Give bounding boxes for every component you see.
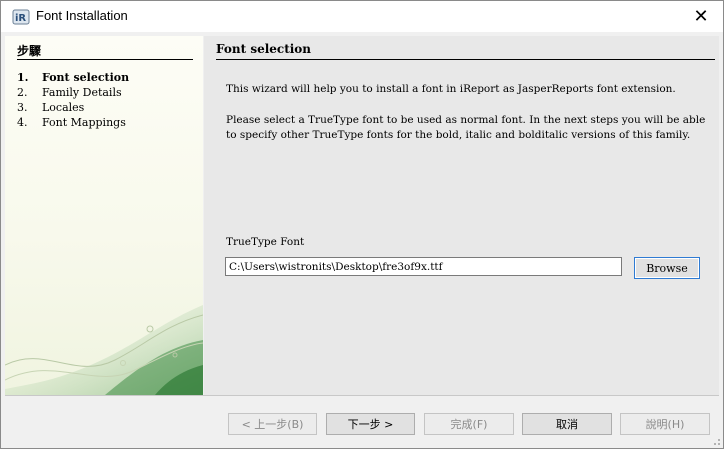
footer-divider [5,395,719,396]
step-item: 1. Font selection [17,70,129,85]
step-number: 2. [17,86,28,99]
finish-button[interactable]: 完成(F) [424,413,514,435]
step-label: Locales [42,101,85,114]
intro-text: This wizard will help you to install a f… [226,83,676,95]
step-number: 3. [17,101,28,114]
step-item: 4. Font Mappings [17,115,129,130]
window-title: Font Installation [36,8,128,23]
font-path-input[interactable] [225,257,622,276]
back-button[interactable]: < 上一步(B) [228,413,317,435]
step-label: Font selection [42,71,130,84]
step-number: 1. [17,71,29,84]
description-text: Please select a TrueType font to be used… [226,114,706,141]
steps-divider [17,59,193,60]
title-bar[interactable]: iR Font Installation ✕ [1,1,723,32]
step-number: 4. [17,116,28,129]
steps-panel: 步驟 1. Font selection 2. Family Details 3. L… [5,36,203,395]
step-item: 3. Locales [17,100,129,115]
close-button[interactable]: ✕ [679,1,723,32]
close-icon: ✕ [693,6,709,27]
content-panel: Font selection This wizard will help you… [204,36,719,395]
step-label: Font Mappings [42,116,126,129]
browse-button[interactable]: Browse [634,257,700,279]
step-item: 2. Family Details [17,85,129,100]
cancel-button[interactable]: 取消 [522,413,612,435]
page-title: Font selection [216,42,312,56]
decorative-swirl-image [5,305,203,395]
step-label: Family Details [42,86,122,99]
title-divider [216,59,715,60]
next-button[interactable]: 下一步 > [326,413,415,435]
font-installation-window: iR Font Installation ✕ 步驟 1. Font selecti… [0,0,724,449]
ireport-icon: iR [12,8,30,26]
help-button[interactable]: 說明(H) [620,413,710,435]
steps-header: 步驟 [17,44,42,58]
steps-list: 1. Font selection 2. Family Details 3. Loca… [17,70,129,130]
truetype-font-label: TrueType Font [226,236,305,248]
svg-text:iR: iR [15,13,26,24]
resize-grip-icon[interactable] [711,436,721,446]
